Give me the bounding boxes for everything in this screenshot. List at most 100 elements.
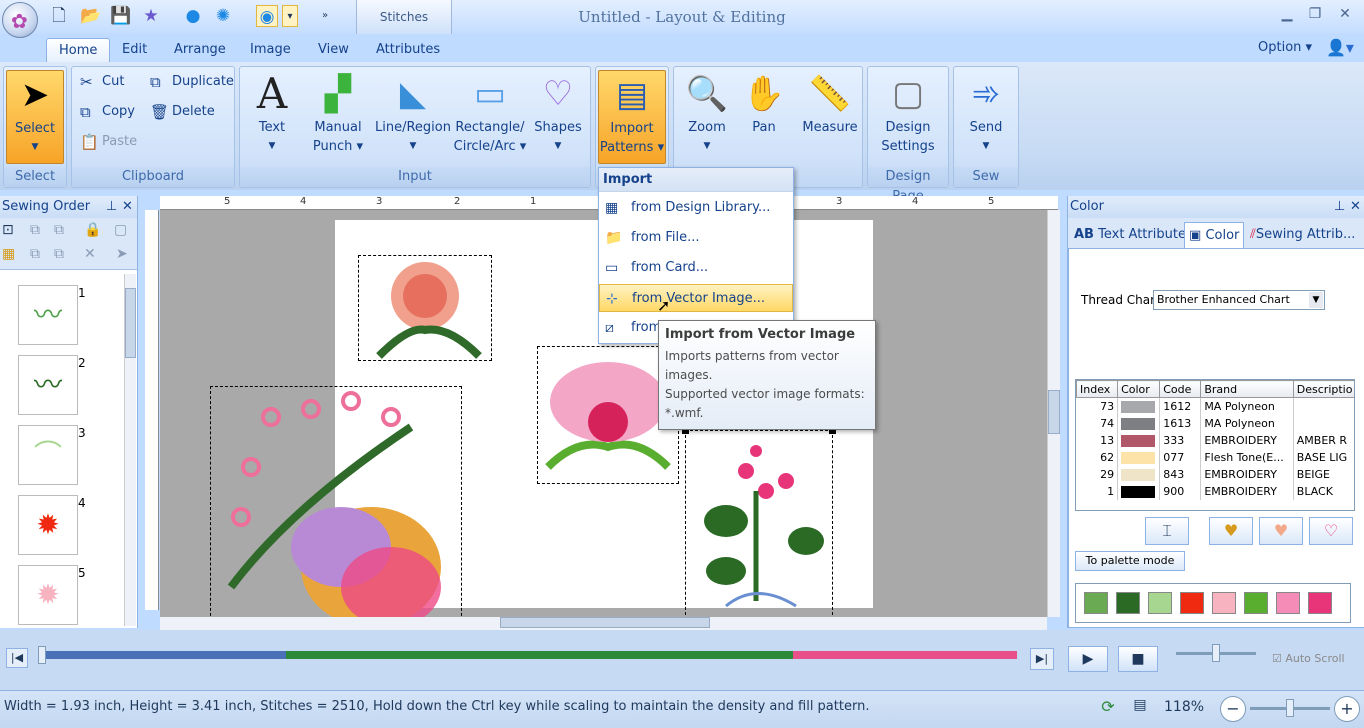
group-icon[interactable]: ⧉	[30, 222, 40, 238]
pan-button[interactable]: ✋ Pan	[738, 70, 790, 137]
select-all-icon[interactable]: ⊡	[2, 222, 14, 238]
close-icon[interactable]: ✕	[1350, 196, 1361, 218]
import-patterns-button[interactable]: ▤ Import Patterns ▾	[598, 70, 666, 164]
menu-item-card[interactable]: ▭ from Card...	[599, 254, 793, 282]
table-row[interactable]: 62 077 Flesh Tone(E... BASE LIG	[1076, 448, 1354, 466]
design-settings-button[interactable]: ▢ Design Settings	[872, 70, 944, 156]
close-icon[interactable]: ✕	[122, 196, 133, 218]
frame-icon[interactable]: ▢	[114, 222, 127, 238]
scroll-thumb[interactable]	[500, 617, 710, 628]
sewing-thumb-1[interactable]: 〰	[18, 285, 78, 345]
palette-mode-button[interactable]: To palette mode	[1075, 551, 1185, 571]
move-up-icon[interactable]: ⧉	[30, 246, 40, 262]
thread-spool-button[interactable]: ⌶	[1145, 517, 1189, 545]
table-row[interactable]: 74 1613 MA Polyneon	[1076, 414, 1354, 432]
stitch-progress-track[interactable]	[42, 651, 1017, 659]
column-header[interactable]: Brand	[1200, 380, 1294, 398]
palette-swatch[interactable]	[1212, 592, 1236, 614]
palette-swatch[interactable]	[1276, 592, 1300, 614]
line-region-button[interactable]: ◣ Line/Region ▼	[374, 70, 452, 156]
tab-text-attributes[interactable]: AB Text Attributes	[1070, 222, 1197, 248]
color-sort-icon[interactable]: ▦	[2, 246, 15, 262]
table-row[interactable]: 73 1612 MA Polyneon	[1076, 397, 1354, 415]
manual-punch-button[interactable]: ▞ Manual Punch ▾	[306, 70, 370, 156]
palette-swatch[interactable]	[1308, 592, 1332, 614]
timeline-slider-handle[interactable]	[38, 646, 46, 664]
embroidery-pattern-bouquet[interactable]	[682, 427, 836, 617]
pointer-icon[interactable]: ➤	[116, 246, 128, 262]
rectangle-circle-button[interactable]: ▭ Rectangle/Circle/Arc ▾	[452, 70, 528, 156]
close-icon[interactable]: ✕	[1334, 6, 1356, 26]
zoom-in-icon[interactable]: +	[1334, 696, 1360, 722]
tab-color[interactable]: ▣ Color	[1184, 222, 1245, 248]
refresh-icon[interactable]: ⟳	[1096, 697, 1120, 719]
move-down-icon[interactable]: ⧉	[54, 246, 64, 262]
scroll-thumb[interactable]	[1048, 390, 1060, 434]
application-menu-button[interactable]: ✿	[2, 2, 38, 38]
tab-view[interactable]: View	[306, 38, 361, 62]
menu-item-design-library[interactable]: ▦ from Design Library...	[599, 194, 793, 222]
minimize-icon[interactable]: ▁	[1276, 6, 1298, 26]
shapes-button[interactable]: ♡ Shapes ▼	[530, 70, 586, 156]
skip-end-icon[interactable]: ▶|	[1030, 648, 1054, 670]
duplicate-button[interactable]: ⧉ Duplicate	[146, 69, 234, 95]
heart-outline-button[interactable]: ♡	[1309, 517, 1353, 545]
send-button[interactable]: ➾ Send ▼	[956, 70, 1016, 156]
sewing-thumb-5[interactable]: ✹	[18, 565, 78, 625]
delete-button[interactable]: 🗑 Delete	[146, 99, 215, 125]
select-button[interactable]: ➤ Select ▼	[6, 70, 64, 164]
maximize-icon[interactable]: ❐	[1304, 6, 1326, 26]
tab-sewing-attributes[interactable]: ⫽Sewing Attrib...	[1246, 222, 1359, 248]
skip-start-icon[interactable]: |◀	[6, 648, 28, 668]
sewing-thumb-3[interactable]: ⌒	[18, 425, 78, 485]
scroll-thumb[interactable]	[125, 288, 136, 358]
column-header[interactable]: Code	[1159, 380, 1202, 398]
table-row[interactable]: 29 843 EMBROIDERY BEIGE	[1076, 465, 1354, 483]
tab-image[interactable]: Image	[238, 38, 303, 62]
speed-slider-handle[interactable]	[1212, 644, 1220, 662]
cut-button[interactable]: ✂ Cut	[76, 69, 124, 95]
palette-swatch[interactable]	[1180, 592, 1204, 614]
stop-icon[interactable]: ■	[1118, 646, 1158, 672]
auto-scroll-checkbox[interactable]: ☑ Auto Scroll	[1272, 652, 1345, 665]
paste-button[interactable]: 📋 Paste	[76, 129, 137, 155]
measure-button[interactable]: 📏 Measure	[798, 70, 862, 137]
palette-swatch[interactable]	[1084, 592, 1108, 614]
column-header[interactable]: Color	[1117, 380, 1161, 398]
canvas-vertical-scrollbar[interactable]	[1047, 210, 1060, 617]
column-header[interactable]: Index	[1076, 380, 1119, 398]
table-row[interactable]: 1 900 EMBROIDERY BLACK	[1076, 482, 1354, 500]
play-icon[interactable]: ▶	[1068, 646, 1108, 672]
palette-swatch[interactable]	[1116, 592, 1140, 614]
canvas-horizontal-scrollbar[interactable]	[160, 617, 1047, 630]
zoom-out-icon[interactable]: −	[1220, 696, 1246, 722]
text-button[interactable]: A Text ▼	[246, 70, 298, 156]
menu-item-vector-image[interactable]: ⊹ from Vector Image...	[599, 284, 793, 312]
thread-table[interactable]: Index Color Code Brand Descriptio 73 1612…	[1075, 379, 1355, 511]
sewing-thumb-2[interactable]: 〰	[18, 355, 78, 415]
embroidery-pattern-chrysanthemum[interactable]	[358, 255, 492, 361]
tab-attributes[interactable]: Attributes	[364, 38, 452, 62]
palette-swatch[interactable]	[1148, 592, 1172, 614]
ungroup-icon[interactable]: ⧉	[54, 222, 64, 238]
copy-button[interactable]: ⧉ Copy	[76, 99, 135, 125]
merge-icon[interactable]: ✕	[84, 246, 96, 262]
lock-icon[interactable]: 🔒	[84, 222, 101, 238]
zoom-slider-handle[interactable]	[1286, 699, 1294, 717]
palette-swatch[interactable]	[1244, 592, 1268, 614]
column-header[interactable]: Descriptio	[1292, 380, 1354, 398]
table-row[interactable]: 13 333 EMBROIDERY AMBER R	[1076, 431, 1354, 449]
thread-chart-select[interactable]: Brother Enhanced Chart ▼	[1153, 290, 1325, 310]
pin-icon[interactable]: ⊥	[1334, 196, 1345, 218]
tab-home[interactable]: Home	[46, 38, 111, 62]
zoom-button[interactable]: 🔍 Zoom ▼	[680, 70, 734, 156]
menu-item-file[interactable]: 📁 from File...	[599, 224, 793, 252]
tab-edit[interactable]: Edit	[110, 38, 159, 62]
sewing-order-scrollbar[interactable]	[124, 274, 136, 626]
sewing-thumb-4[interactable]: ✹	[18, 495, 78, 555]
embroidery-pattern-ornament[interactable]	[210, 386, 462, 617]
option-menu[interactable]: Option ▾	[1246, 36, 1324, 60]
tab-arrange[interactable]: Arrange	[162, 38, 238, 62]
heart-fill-button[interactable]: ♥	[1259, 517, 1303, 545]
pin-icon[interactable]: ⊥	[106, 196, 117, 218]
